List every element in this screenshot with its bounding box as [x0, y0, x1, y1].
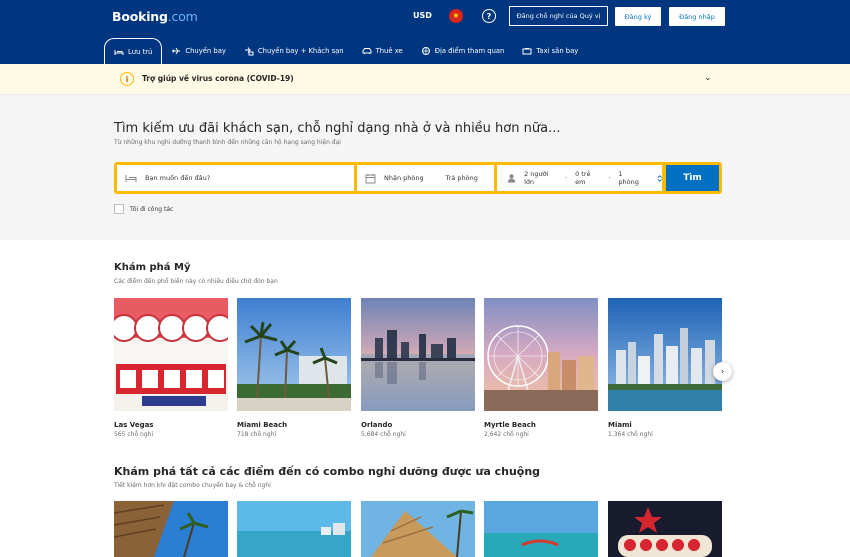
destination-field[interactable]: Bạn muốn đến đâu?	[117, 165, 354, 191]
tab-label: Địa điểm tham quan	[434, 47, 505, 55]
calendar-icon	[365, 173, 376, 183]
las-vegas-image	[114, 298, 228, 411]
tab-airport-taxi[interactable]: Taxi sân bay	[513, 38, 587, 64]
combo-subtitle: Tiết kiệm hơn khi đặt combo chuyến bay &…	[114, 482, 271, 489]
business-trip-label: Tôi đi công tác	[130, 205, 174, 213]
destination-card-myrtle-beach[interactable]: Myrtle Beach 2,642 chỗ nghỉ	[484, 298, 598, 438]
language-flag-icon[interactable]: ★	[449, 9, 463, 23]
property-count: 718 chỗ nghỉ	[237, 431, 277, 438]
car-icon	[362, 48, 372, 54]
covid-text: Trợ giúp về virus corona (COVID-19)	[142, 74, 294, 83]
destination-input[interactable]: Bạn muốn đến đâu?	[145, 174, 210, 182]
tab-stays[interactable]: Lưu trú	[104, 38, 163, 64]
person-icon	[507, 173, 516, 183]
combo-image	[608, 501, 722, 557]
destination-card-miami-beach[interactable]: Miami Beach 718 chỗ nghỉ	[237, 298, 351, 438]
combo-card[interactable]	[237, 501, 351, 557]
destination-name: Myrtle Beach	[484, 421, 536, 429]
separator: ·	[608, 174, 611, 182]
plane-hotel-icon	[244, 47, 254, 56]
tab-car-rental[interactable]: Thuê xe	[353, 38, 412, 64]
bed-icon	[125, 175, 137, 182]
tab-label: Taxi sân bay	[536, 47, 579, 55]
combo-card[interactable]	[114, 501, 228, 557]
combo-card[interactable]	[361, 501, 475, 557]
attractions-icon	[421, 47, 430, 55]
destination-card-las-vegas[interactable]: Las Vegas 565 chỗ nghỉ	[114, 298, 228, 438]
destination-card-miami[interactable]: Miami 1,364 chỗ nghỉ	[608, 298, 722, 438]
checkin-field[interactable]: Nhận phòng	[384, 174, 424, 182]
combo-image	[361, 501, 475, 557]
register-button[interactable]: Đăng ký	[615, 7, 661, 26]
currency-selector[interactable]: USD	[413, 11, 432, 20]
combo-card[interactable]	[484, 501, 598, 557]
top-header: Booking.com USD ★ ? Đăng chỗ nghỉ của Qu…	[0, 0, 850, 64]
tab-flights[interactable]: Chuyến bay	[162, 38, 235, 64]
miami-beach-image	[237, 298, 351, 411]
combo-card[interactable]	[608, 501, 722, 557]
combo-image	[484, 501, 598, 557]
page-subtitle: Từ những khu nghỉ dưỡng thanh bình đến n…	[114, 139, 341, 146]
tab-flight-hotel[interactable]: Chuyến bay + Khách sạn	[235, 38, 353, 64]
info-icon: i	[120, 72, 134, 86]
page-title: Tìm kiếm ưu đãi khách sạn, chỗ nghỉ dạng…	[114, 121, 561, 136]
miami-image	[608, 298, 722, 411]
login-button[interactable]: Đăng nhập	[669, 7, 725, 26]
property-count: 1,364 chỗ nghỉ	[608, 431, 653, 438]
business-trip-option[interactable]: Tôi đi công tác	[114, 204, 173, 214]
chevron-down-icon[interactable]: ⌄	[704, 73, 712, 83]
bed-icon	[114, 49, 124, 55]
destination-name: Miami	[608, 421, 632, 429]
explore-title: Khám phá Mỹ	[114, 262, 191, 273]
taxi-icon	[522, 48, 532, 55]
separator: ·	[565, 174, 568, 182]
explore-subtitle: Các điểm đến phổ biến này có nhiều điều …	[114, 278, 278, 285]
booking-logo[interactable]: Booking.com	[112, 9, 198, 24]
list-property-button[interactable]: Đăng chỗ nghỉ của Quý vị	[509, 6, 608, 26]
guests-field[interactable]: 2 người lớn · 0 trẻ em · 1 phòng	[497, 165, 662, 191]
plane-icon	[172, 47, 181, 55]
help-icon[interactable]: ?	[482, 9, 496, 23]
orlando-image	[361, 298, 475, 411]
dates-field[interactable]: Nhận phòng Trả phòng	[357, 165, 494, 191]
covid-banner[interactable]: i Trợ giúp về virus corona (COVID-19) ⌄	[0, 64, 850, 95]
children-count: 0 trẻ em	[575, 170, 591, 186]
combo-image	[237, 501, 351, 557]
tab-label: Thuê xe	[375, 47, 403, 55]
tab-label: Chuyến bay	[185, 47, 226, 55]
destination-name: Miami Beach	[237, 421, 288, 429]
myrtle-beach-image	[484, 298, 598, 411]
property-count: 2,642 chỗ nghỉ	[484, 431, 529, 438]
destination-card-orlando[interactable]: Orlando 5,684 chỗ nghỉ	[361, 298, 475, 438]
checkout-field[interactable]: Trả phòng	[446, 174, 478, 182]
tab-label: Chuyến bay + Khách sạn	[257, 47, 344, 55]
property-count: 565 chỗ nghỉ	[114, 431, 154, 438]
property-count: 5,684 chỗ nghỉ	[361, 431, 406, 438]
business-trip-checkbox[interactable]	[114, 204, 124, 214]
carousel-next-button[interactable]: ›	[713, 362, 732, 381]
tab-label: Lưu trú	[128, 47, 153, 56]
combo-title: Khám phá tất cả các điểm đến có combo ng…	[114, 465, 541, 478]
product-nav: Lưu trú Chuyến bay Chuyến bay + Khách sạ…	[104, 38, 587, 64]
search-button[interactable]: Tìm	[666, 165, 719, 191]
combo-image	[114, 501, 228, 557]
chevron-up-down-icon	[657, 174, 662, 182]
adults-count: 2 người lớn	[524, 170, 549, 186]
rooms-count: 1 phòng	[618, 170, 639, 186]
destination-name: Orlando	[361, 421, 393, 429]
search-bar: Bạn muốn đến đâu? Nhận phòng Trả phòng 2…	[114, 162, 722, 194]
destination-name: Las Vegas	[114, 421, 154, 429]
tab-attractions[interactable]: Địa điểm tham quan	[412, 38, 514, 64]
